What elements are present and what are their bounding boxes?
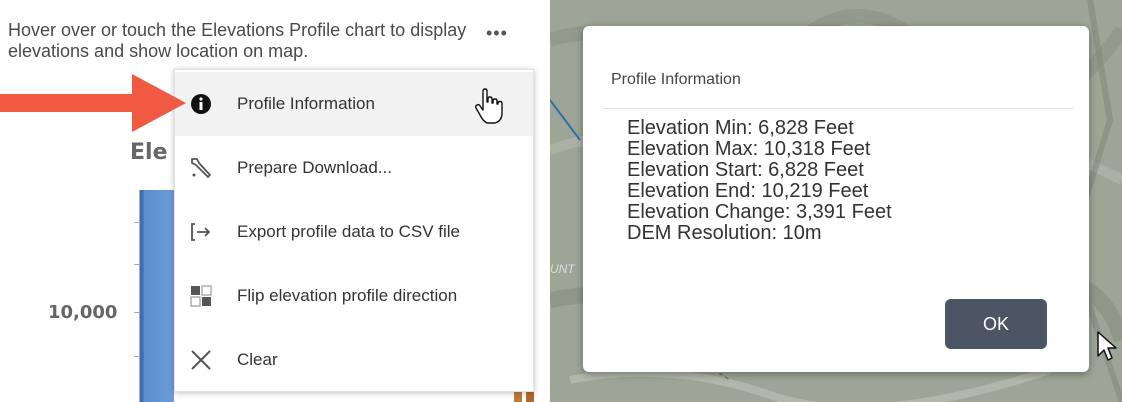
elevation-min: Elevation Min: 6,828 Feet	[627, 117, 854, 139]
arrow-cursor-icon	[1097, 331, 1117, 361]
elevation-change: Elevation Change: 3,391 Feet	[627, 201, 892, 223]
menu-item-flip-direction[interactable]: Flip elevation profile direction	[175, 264, 533, 328]
profile-information-dialog: Profile Information Elevation Min: 6,828…	[583, 26, 1089, 372]
instructions-text: Hover over or touch the Elevations Profi…	[8, 20, 467, 61]
dialog-title: Profile Information	[611, 71, 741, 88]
close-icon	[187, 346, 215, 374]
map-view[interactable]: UNT Profile Information Elevation Min: 6…	[550, 0, 1122, 402]
menu-item-clear[interactable]: Clear	[175, 328, 533, 392]
elevation-profile-panel: Hover over or touch the Elevations Profi…	[0, 0, 548, 402]
y-axis-tick	[134, 356, 140, 357]
map-place-label: UNT	[550, 262, 575, 276]
elevation-start: Elevation Start: 6,828 Feet	[627, 159, 864, 181]
menu-item-export-csv[interactable]: Export profile data to CSV file	[175, 200, 533, 264]
elevation-end: Elevation End: 10,219 Feet	[627, 180, 869, 202]
hand-pointer-cursor-icon	[474, 88, 503, 124]
flip-icon	[187, 282, 215, 310]
menu-item-label: Profile Information	[237, 94, 375, 113]
dem-resolution: DEM Resolution: 10m	[627, 222, 822, 244]
menu-item-label: Prepare Download...	[237, 158, 392, 177]
elevation-max: Elevation Max: 10,318 Feet	[627, 138, 871, 160]
profile-info-list: Elevation Min: 6,828 Feet Elevation Max:…	[627, 118, 892, 244]
info-icon	[187, 90, 215, 118]
elevation-chart-area[interactable]	[140, 190, 174, 402]
dialog-divider	[603, 108, 1073, 109]
menu-item-label: Export profile data to CSV file	[237, 222, 461, 241]
more-options-icon[interactable]: •••	[486, 24, 508, 42]
ok-button[interactable]: OK	[945, 299, 1047, 349]
y-axis-tick	[134, 222, 140, 223]
y-axis-tick-label: 10,000	[48, 302, 118, 323]
y-axis-tick	[134, 264, 140, 265]
chart-title: Ele	[130, 140, 168, 165]
export-icon	[187, 218, 215, 246]
menu-item-prepare-download[interactable]: Prepare Download...	[175, 136, 533, 200]
wrench-icon	[187, 154, 215, 182]
menu-item-label: Flip elevation profile direction	[237, 286, 458, 305]
menu-item-label: Clear	[237, 350, 278, 369]
red-pointer-arrow-icon	[0, 74, 186, 132]
y-axis-tick	[134, 312, 140, 313]
